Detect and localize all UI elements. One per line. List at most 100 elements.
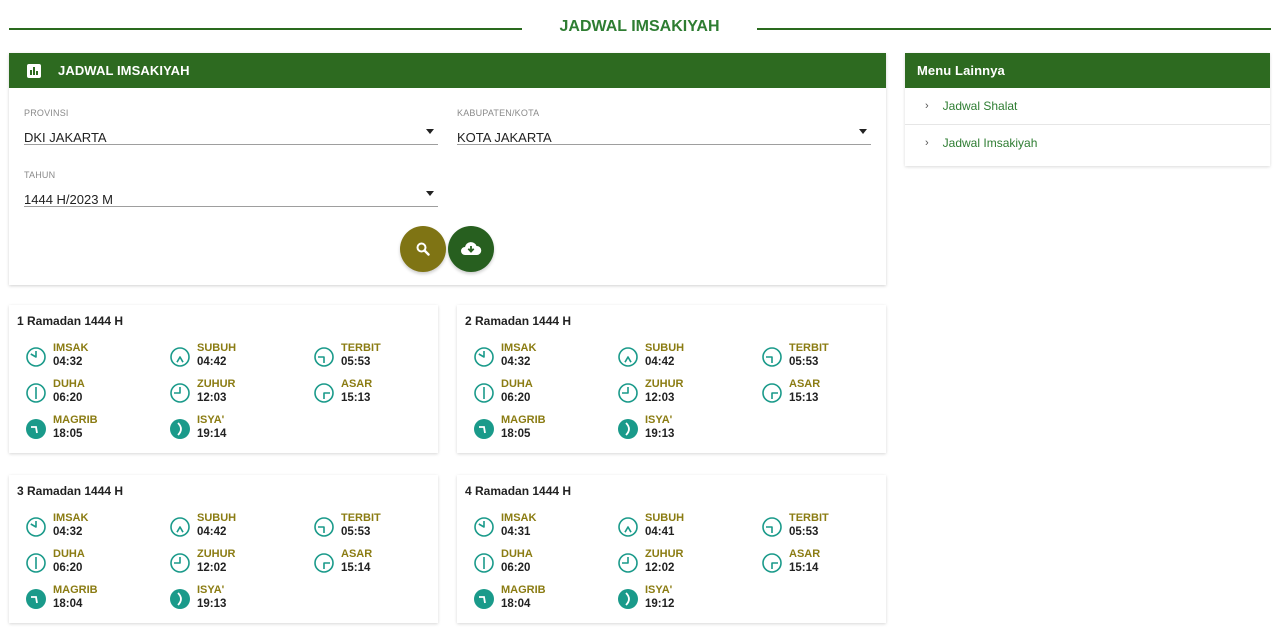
prayer-time-asar: ASAR 15:13 (313, 376, 453, 408)
prayer-name: ASAR (789, 378, 821, 390)
prayer-name: MAGRIB (501, 584, 546, 596)
chevron-right-icon: › (925, 136, 929, 149)
provinsi-value: DKI JAKARTA (24, 130, 107, 145)
prayer-time-value: 04:31 (501, 526, 531, 538)
prayer-time-value: 18:04 (501, 598, 531, 610)
side-menu-item-label: Jadwal Imsakiyah (942, 135, 1038, 150)
asar-clock-icon (761, 552, 783, 574)
download-button[interactable] (448, 226, 494, 272)
prayer-time-value: 18:05 (501, 428, 531, 440)
prayer-time-imsak: IMSAK 04:32 (25, 510, 165, 542)
prayer-time-subuh: SUBUH 04:41 (617, 510, 757, 542)
prayer-time-value: 12:02 (645, 562, 675, 574)
prayer-time-value: 12:02 (197, 562, 227, 574)
prayer-time-asar: ASAR 15:13 (761, 376, 901, 408)
prayer-time-value: 15:13 (341, 392, 371, 404)
prayer-time-value: 19:13 (645, 428, 675, 440)
side-menu-item-jadwal-imsakiyah[interactable]: › Jadwal Imsakiyah (905, 124, 1270, 160)
isya-icon (169, 588, 191, 610)
dropdown-caret-icon (426, 129, 434, 134)
zuhur-clock-icon (617, 552, 639, 574)
side-menu-header: Menu Lainnya (905, 53, 1270, 88)
dropdown-caret-icon (859, 129, 867, 134)
asar-clock-icon (313, 552, 335, 574)
prayer-time-value: 18:04 (53, 598, 83, 610)
prayer-time-value: 04:32 (53, 356, 83, 368)
terbit-clock-icon (761, 346, 783, 368)
search-icon (416, 242, 430, 256)
prayer-name: DUHA (53, 548, 85, 560)
prayer-time-value: 05:53 (789, 356, 819, 368)
prayer-name: TERBIT (789, 342, 829, 354)
prayer-time-imsak: IMSAK 04:31 (473, 510, 613, 542)
imsakiyah-form-panel: JADWAL IMSAKIYAH PROVINSI DKI JAKARTA KA… (9, 53, 886, 285)
tahun-value: 1444 H/2023 M (24, 192, 113, 207)
prayer-time-isya: ISYA' 19:12 (617, 582, 757, 614)
magrib-icon (473, 418, 495, 440)
prayer-name: ISYA' (197, 414, 225, 426)
header-divider-left (9, 28, 522, 30)
prayer-time-magrib: MAGRIB 18:04 (473, 582, 613, 614)
kabupaten-kota-select[interactable]: KABUPATEN/KOTA KOTA JAKARTA (457, 99, 871, 145)
prayer-time-value: 19:13 (197, 598, 227, 610)
prayer-name: ZUHUR (645, 548, 684, 560)
duha-clock-icon (473, 382, 495, 404)
imsak-clock-icon (473, 516, 495, 538)
prayer-name: ASAR (341, 378, 373, 390)
day-card: 4 Ramadan 1444 H IMSAK 04:31 SUBUH 04:41 TERB… (457, 475, 886, 623)
imsak-clock-icon (25, 516, 47, 538)
day-card: 3 Ramadan 1444 H IMSAK 04:32 SUBUH 04:42 TERB… (9, 475, 438, 623)
prayer-time-value: 12:03 (645, 392, 675, 404)
subuh-clock-icon (617, 346, 639, 368)
provinsi-select[interactable]: PROVINSI DKI JAKARTA (24, 99, 438, 145)
asar-clock-icon (313, 382, 335, 404)
terbit-clock-icon (761, 516, 783, 538)
magrib-icon (25, 588, 47, 610)
side-menu-item-label: Jadwal Shalat (942, 99, 1018, 113)
prayer-name: TERBIT (341, 512, 381, 524)
prayer-name: SUBUH (645, 512, 685, 524)
prayer-time-terbit: TERBIT 05:53 (313, 340, 453, 372)
prayer-time-value: 19:14 (197, 428, 227, 440)
prayer-time-value: 06:20 (53, 392, 83, 404)
prayer-time-isya: ISYA' 19:14 (169, 412, 309, 444)
prayer-name: SUBUH (197, 342, 237, 354)
prayer-time-asar: ASAR 15:14 (313, 546, 453, 578)
prayer-name: TERBIT (789, 512, 829, 524)
prayer-name: MAGRIB (53, 414, 98, 426)
cloud-download-icon (461, 242, 482, 255)
prayer-time-zuhur: ZUHUR 12:03 (617, 376, 757, 408)
prayer-name: IMSAK (53, 342, 89, 354)
day-title: 4 Ramadan 1444 H (465, 484, 572, 498)
prayer-time-value: 04:32 (501, 356, 531, 368)
prayer-name: MAGRIB (53, 584, 98, 596)
tahun-label: TAHUN (24, 170, 56, 180)
prayer-time-duha: DUHA 06:20 (25, 376, 165, 408)
side-menu-item-jadwal-shalat[interactable]: › Jadwal Shalat (905, 88, 1270, 124)
prayer-time-imsak: IMSAK 04:32 (473, 340, 613, 372)
duha-clock-icon (25, 552, 47, 574)
prayer-name: ISYA' (197, 584, 225, 596)
side-menu: Menu Lainnya › Jadwal Shalat › Jadwal Im… (905, 53, 1270, 166)
prayer-time-value: 18:05 (53, 428, 83, 440)
prayer-time-value: 04:42 (197, 526, 227, 538)
page-header: JADWAL IMSAKIYAH (9, 14, 1271, 42)
prayer-name: ASAR (789, 548, 821, 560)
header-divider-right (757, 28, 1271, 30)
prayer-name: ISYA' (645, 584, 673, 596)
search-button[interactable] (400, 226, 446, 272)
prayer-name: TERBIT (341, 342, 381, 354)
prayer-time-asar: ASAR 15:14 (761, 546, 901, 578)
prayer-name: DUHA (501, 548, 533, 560)
tahun-select[interactable]: TAHUN 1444 H/2023 M (24, 161, 438, 207)
prayer-time-value: 04:42 (197, 356, 227, 368)
imsak-clock-icon (473, 346, 495, 368)
prayer-time-zuhur: ZUHUR 12:02 (617, 546, 757, 578)
isya-icon (617, 418, 639, 440)
panel-title: JADWAL IMSAKIYAH (58, 63, 190, 78)
page-title: JADWAL IMSAKIYAH (559, 18, 720, 35)
prayer-time-duha: DUHA 06:20 (25, 546, 165, 578)
prayer-name: MAGRIB (501, 414, 546, 426)
prayer-name: ZUHUR (645, 378, 684, 390)
chart-icon (27, 63, 41, 78)
